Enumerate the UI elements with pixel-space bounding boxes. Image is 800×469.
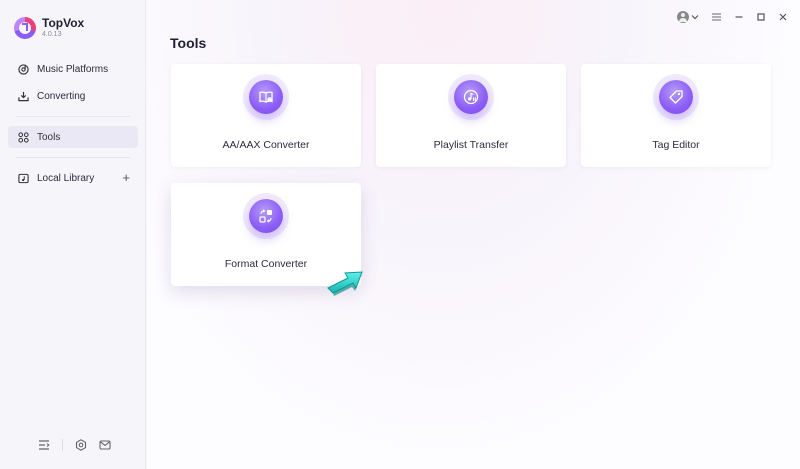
pointer-arrow-icon: [327, 271, 363, 296]
tool-icon-badge: [454, 80, 488, 114]
user-icon: [677, 11, 689, 23]
close-icon[interactable]: [778, 12, 788, 22]
format-convert-icon: [259, 209, 272, 223]
app-version: 4.0.13: [42, 31, 62, 38]
main-panel: Tools AA/AAX Converter Playlist Transfer…: [147, 0, 800, 469]
download-icon: [18, 91, 29, 102]
collapse-icon[interactable]: [38, 439, 50, 451]
user-menu[interactable]: [677, 11, 699, 23]
sidebar-item-label: Local Library: [37, 172, 95, 184]
music-platforms-icon: [18, 63, 29, 75]
topvox-logo-icon: [14, 17, 36, 39]
grid-icon: [18, 131, 29, 143]
tool-card-playlist-transfer[interactable]: Playlist Transfer: [376, 64, 566, 167]
sidebar-item-tools[interactable]: Tools: [8, 126, 138, 148]
tool-card-label: Tag Editor: [652, 139, 700, 151]
tag-icon: [669, 90, 683, 104]
sidebar-bottom-bar: [38, 439, 111, 451]
tool-icon-badge: [659, 80, 693, 114]
sidebar-item-local-library[interactable]: Local Library +: [8, 167, 138, 189]
sidebar-item-label: Tools: [37, 131, 61, 143]
menu-icon[interactable]: [711, 12, 722, 22]
library-icon: [18, 173, 29, 184]
page-title: Tools: [170, 35, 207, 51]
tool-card-label: AA/AAX Converter: [222, 139, 310, 151]
sidebar-item-music-platforms[interactable]: Music Platforms: [8, 58, 138, 80]
mail-icon[interactable]: [99, 439, 111, 451]
sidebar-nav: Music Platforms Converting Tools Local L…: [8, 58, 138, 194]
settings-icon[interactable]: [75, 439, 87, 451]
app-name: TopVox: [42, 16, 85, 30]
add-library-button[interactable]: +: [122, 170, 130, 185]
app-window: TopVox 4.0.13 Music Platforms Converting: [0, 0, 800, 469]
playlist-icon: [463, 89, 479, 105]
book-convert-icon: [259, 91, 273, 103]
window-titlebar: [677, 11, 788, 23]
sidebar-divider: [16, 116, 130, 117]
tool-icon-badge: [249, 80, 283, 114]
sidebar-item-label: Converting: [37, 90, 86, 102]
chevron-down-icon: [691, 15, 699, 20]
minimize-icon[interactable]: [734, 12, 744, 22]
sidebar-item-converting[interactable]: Converting: [8, 85, 138, 107]
bottom-divider: [62, 439, 63, 451]
tool-icon-badge: [249, 199, 283, 233]
sidebar-item-label: Music Platforms: [37, 63, 109, 75]
tool-card-aa-aax-converter[interactable]: AA/AAX Converter: [171, 64, 361, 167]
sidebar-divider: [16, 157, 130, 158]
brand: TopVox 4.0.13: [14, 17, 84, 39]
maximize-icon[interactable]: [756, 12, 766, 22]
tool-card-tag-editor[interactable]: Tag Editor: [581, 64, 771, 167]
tool-card-label: Playlist Transfer: [433, 139, 509, 151]
sidebar: TopVox 4.0.13 Music Platforms Converting: [0, 0, 146, 469]
